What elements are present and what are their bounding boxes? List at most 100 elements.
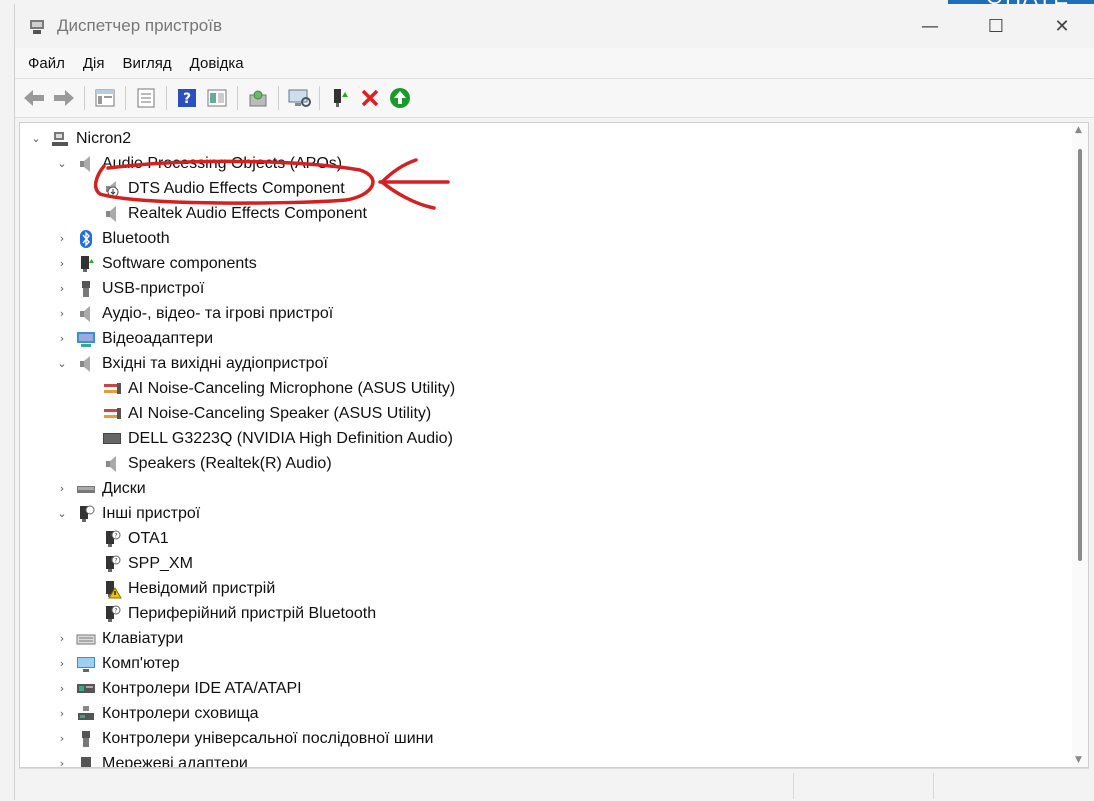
enable-device-icon — [334, 89, 348, 107]
tree-category-storage-controllers[interactable]: › Контролери сховища — [54, 701, 259, 726]
chevron-right-icon[interactable]: › — [54, 281, 70, 297]
uninstall-button[interactable] — [356, 84, 384, 112]
chevron-right-icon[interactable]: › — [54, 681, 70, 697]
chevron-down-icon[interactable]: ⌄ — [54, 356, 70, 372]
minimize-button[interactable]: — — [897, 4, 963, 48]
tree-device-ai-microphone[interactable]: AI Noise-Canceling Microphone (ASUS Util… — [96, 376, 455, 401]
tree-category-keyboards[interactable]: › Клавіатури — [54, 626, 184, 651]
tree-category-audio-io[interactable]: ⌄ Вхідні та вихідні аудіопристрої — [54, 351, 328, 376]
install-button[interactable] — [386, 84, 414, 112]
tree-category-label: Аудіо-, відео- та ігрові пристрої — [102, 304, 334, 322]
close-button[interactable]: ✕ — [1029, 4, 1094, 48]
menu-action[interactable]: Дія — [74, 55, 114, 72]
chevron-right-icon[interactable]: › — [54, 656, 70, 672]
tree-device-ai-speaker[interactable]: AI Noise-Canceling Speaker (ASUS Utility… — [96, 401, 431, 426]
tree-node-computer[interactable]: ⌄ Nicron2 — [28, 126, 131, 151]
tree-device-label: SPP_XM — [128, 554, 193, 572]
properties-button[interactable] — [91, 84, 119, 112]
view-button[interactable] — [203, 84, 231, 112]
keyboard-icon — [76, 634, 96, 644]
tree-category-ide-controllers[interactable]: › Контролери IDE ATA/ATAPI — [54, 676, 302, 701]
tree-category-label: Контролери універсальної послідовної шин… — [102, 729, 434, 747]
back-button[interactable] — [20, 84, 48, 112]
enable-device-button[interactable] — [326, 84, 354, 112]
chevron-down-icon[interactable]: ⌄ — [28, 131, 44, 147]
toolbar: ? — [15, 79, 1094, 118]
view-icon — [207, 89, 227, 107]
tree-device-spp-xm[interactable]: ? SPP_XM — [96, 551, 193, 576]
tree-category-other-devices[interactable]: ⌄ Інші пристрої — [54, 501, 200, 526]
window-title: Диспетчер пристроїв — [57, 16, 222, 35]
device-list-button[interactable] — [132, 84, 160, 112]
tree-category-network-adapters[interactable]: › Мережеві адаптери — [54, 751, 248, 768]
chevron-right-icon[interactable]: › — [54, 756, 70, 767]
status-bar — [19, 768, 1089, 801]
tree-category-label: Контролери сховища — [102, 704, 259, 722]
help-button[interactable]: ? — [173, 84, 201, 112]
tree-category-video-adapters[interactable]: › Відеоадаптери — [54, 326, 213, 351]
speaker-download-icon — [106, 180, 119, 197]
vertical-scrollbar[interactable]: ▲ ▼ — [1072, 123, 1088, 767]
forward-button[interactable] — [50, 84, 78, 112]
usb-icon — [82, 280, 90, 297]
tree-device-unknown[interactable]: Невідомий пристрій — [96, 576, 275, 601]
bluetooth-icon — [80, 229, 92, 248]
scroll-up-arrow-icon[interactable]: ▲ — [1075, 125, 1082, 135]
toolbar-separator — [319, 86, 320, 110]
ide-controller-icon — [77, 683, 95, 693]
chevron-right-icon[interactable]: › — [54, 706, 70, 722]
scroll-down-arrow-icon[interactable]: ▼ — [1075, 755, 1082, 765]
software-component-icon — [81, 255, 94, 272]
tree-category-computer[interactable]: › Комп'ютер — [54, 651, 180, 676]
scrollbar-thumb[interactable] — [1078, 149, 1082, 561]
tree-category-label: Клавіатури — [102, 629, 184, 647]
tree-category-audio-video-game[interactable]: › Аудіо-, відео- та ігрові пристрої — [54, 301, 333, 326]
tree-device-label: AI Noise-Canceling Speaker (ASUS Utility… — [128, 404, 432, 422]
chevron-right-icon[interactable]: › — [54, 256, 70, 272]
speaker-icon — [80, 355, 90, 372]
tree-device-label: OTA1 — [128, 529, 169, 547]
menu-help[interactable]: Довідка — [181, 55, 253, 72]
chevron-right-icon[interactable]: › — [54, 331, 70, 347]
tree-category-label: Диски — [102, 479, 146, 497]
tree-category-bluetooth[interactable]: › Bluetooth — [54, 226, 170, 251]
maximize-button[interactable]: ☐ — [963, 4, 1029, 48]
back-arrow-icon — [24, 90, 44, 106]
tree-category-apo[interactable]: ⌄ Audio Processing Objects (APOs) — [54, 151, 342, 176]
tree-device-bt-peripheral[interactable]: ? Периферійний пристрій Bluetooth — [96, 601, 376, 626]
tree-category-label: USB-пристрої — [102, 279, 205, 297]
computer-icon — [52, 131, 68, 146]
chevron-right-icon[interactable]: › — [54, 481, 70, 497]
tree-device-realtek-apo[interactable]: Realtek Audio Effects Component — [96, 201, 367, 226]
tree-category-disks[interactable]: › Диски — [54, 476, 146, 501]
device-tree[interactable]: ⌄ Nicron2 ⌄ Audio Processing Objects (AP… — [19, 122, 1089, 768]
help-icon: ? — [178, 89, 196, 107]
scan-hardware-button[interactable] — [285, 84, 313, 112]
tree-category-label: Комп'ютер — [102, 654, 180, 672]
chevron-right-icon[interactable]: › — [54, 306, 70, 322]
chevron-right-icon[interactable]: › — [54, 631, 70, 647]
device-list-icon — [137, 88, 155, 108]
chevron-down-icon[interactable]: ⌄ — [54, 506, 70, 522]
tree-device-ota1[interactable]: ? OTA1 — [96, 526, 169, 551]
menu-file[interactable]: Файл — [19, 55, 74, 72]
update-driver-button[interactable] — [244, 84, 272, 112]
tree-category-software-components[interactable]: › Software components — [54, 251, 257, 276]
tree-category-usb-controllers[interactable]: › Контролери універсальної послідовної ш… — [54, 726, 433, 751]
tree-device-label: AI Noise-Canceling Microphone (ASUS Util… — [128, 379, 456, 397]
tree-category-label: Мережеві адаптери — [102, 754, 248, 768]
chevron-down-icon[interactable]: ⌄ — [54, 156, 70, 172]
tree-category-label: Відеоадаптери — [102, 329, 214, 347]
title-bar[interactable]: Диспетчер пристроїв — ☐ ✕ — [15, 4, 1094, 48]
tree-device-dell-monitor[interactable]: DELL G3223Q (NVIDIA High Definition Audi… — [96, 426, 453, 451]
chevron-right-icon[interactable]: › — [54, 731, 70, 747]
tree-category-usb-devices[interactable]: › USB-пристрої — [54, 276, 204, 301]
tree-device-speakers[interactable]: Speakers (Realtek(R) Audio) — [96, 451, 332, 476]
toolbar-separator — [278, 86, 279, 110]
tree-device-dts[interactable]: DTS Audio Effects Component — [96, 176, 345, 201]
tree-device-label: DTS Audio Effects Component — [128, 179, 345, 197]
unknown-device-icon: ? — [106, 555, 121, 572]
menu-view[interactable]: Вигляд — [114, 55, 181, 72]
tree-device-label: Невідомий пристрій — [128, 579, 276, 597]
chevron-right-icon[interactable]: › — [54, 231, 70, 247]
